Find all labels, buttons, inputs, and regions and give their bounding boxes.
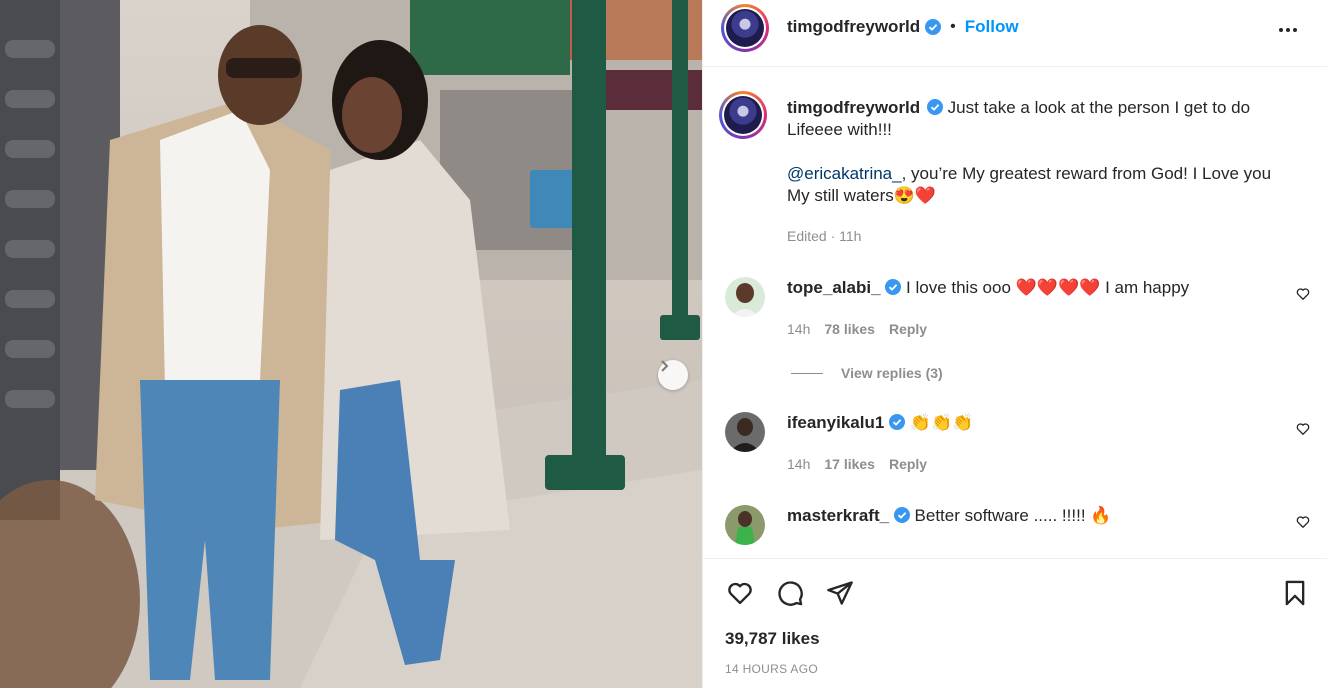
- comment-text-after: I am happy: [1105, 278, 1190, 297]
- reply-button[interactable]: Reply: [889, 321, 927, 337]
- verified-badge-icon: [893, 507, 910, 523]
- commenter-username[interactable]: ifeanyikalu1: [787, 413, 884, 432]
- author-username[interactable]: timgodfreyworld: [787, 17, 920, 37]
- post-time: 14 HOURS AGO: [725, 662, 818, 676]
- comment-time: 14h: [787, 321, 811, 337]
- caption-edited-time: Edited · 11h: [787, 228, 862, 244]
- commenter-username[interactable]: tope_alabi_: [787, 278, 881, 297]
- view-replies-button[interactable]: View replies (3): [791, 365, 943, 381]
- comment-emoji: 🔥: [1090, 506, 1112, 525]
- verified-badge-icon: [885, 279, 902, 295]
- comment-emoji: 👏👏👏: [909, 413, 974, 432]
- replies-divider-line: [791, 372, 823, 374]
- post-header: timgodfreyworld • Follow: [703, 0, 1327, 67]
- heart-icon[interactable]: [725, 579, 755, 607]
- next-photo-button[interactable]: [658, 360, 688, 390]
- bookmark-icon[interactable]: [1281, 579, 1309, 607]
- like-comment-heart-icon[interactable]: [1296, 287, 1310, 301]
- comment-likes[interactable]: 17 likes: [824, 456, 875, 472]
- like-comment-heart-icon[interactable]: [1296, 422, 1310, 436]
- caption-author-avatar[interactable]: [719, 91, 767, 139]
- photo-illustration: [0, 0, 702, 688]
- post-photo: [0, 0, 702, 688]
- comment-text: Better software ..... !!!!!: [914, 506, 1086, 525]
- like-comment-heart-icon[interactable]: [1296, 515, 1310, 529]
- comment-time: 14h: [787, 456, 811, 472]
- caption-mention[interactable]: @ericakatrina_: [787, 164, 902, 183]
- author-avatar[interactable]: [721, 4, 769, 52]
- post-actions: 39,787 likes 14 HOURS AGO: [703, 558, 1327, 688]
- commenter-avatar[interactable]: [725, 505, 765, 545]
- verified-badge-icon: [889, 414, 906, 430]
- view-replies-label: View replies (3): [841, 365, 943, 381]
- commenter-avatar[interactable]: [725, 277, 765, 317]
- comment-icon[interactable]: [775, 579, 805, 607]
- more-options-icon[interactable]: [1276, 18, 1300, 42]
- commenter-avatar[interactable]: [725, 412, 765, 452]
- comment-likes[interactable]: 78 likes: [824, 321, 875, 337]
- chevron-right-icon: [661, 360, 669, 372]
- commenter-username[interactable]: masterkraft_: [787, 506, 889, 525]
- post-detail-panel: timgodfreyworld • Follow timgodfreyworld: [702, 0, 1327, 688]
- verified-badge-icon: [926, 99, 943, 115]
- separator-dot: •: [950, 18, 956, 35]
- comment-text: I love this ooo: [906, 278, 1011, 297]
- follow-button[interactable]: Follow: [965, 17, 1019, 37]
- post-caption: timgodfreyworld Just take a look at the …: [787, 97, 1297, 207]
- comment-emoji: ❤️❤️❤️❤️: [1015, 278, 1101, 297]
- share-icon[interactable]: [825, 579, 855, 607]
- verified-badge-icon: [925, 19, 942, 35]
- reply-button[interactable]: Reply: [889, 456, 927, 472]
- caption-username[interactable]: timgodfreyworld: [787, 98, 920, 117]
- likes-count[interactable]: 39,787 likes: [725, 629, 820, 649]
- comments-list[interactable]: timgodfreyworld Just take a look at the …: [703, 67, 1327, 557]
